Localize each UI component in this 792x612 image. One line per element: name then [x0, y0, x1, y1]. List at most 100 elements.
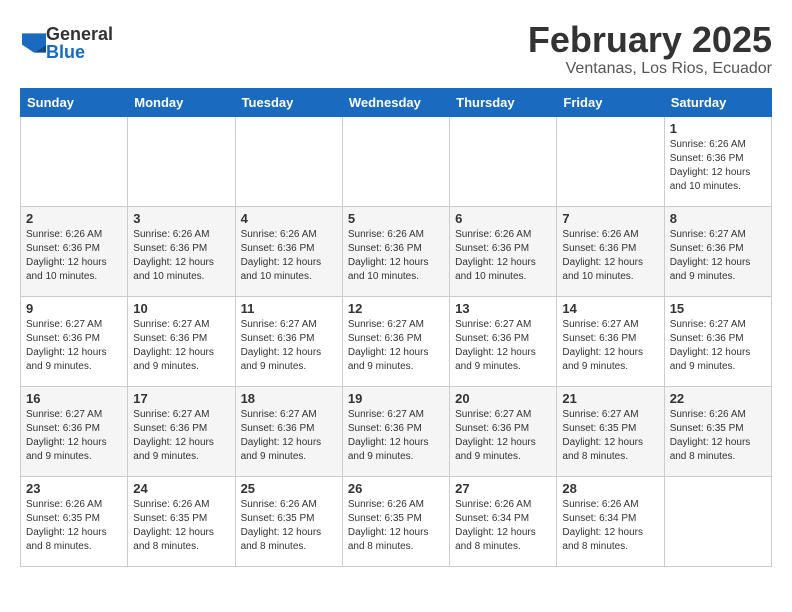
calendar-week-3: 9Sunrise: 6:27 AMSunset: 6:36 PMDaylight…	[21, 296, 772, 386]
calendar-cell: 5Sunrise: 6:26 AMSunset: 6:36 PMDaylight…	[342, 206, 449, 296]
calendar-cell: 25 Sunrise: 6:26 AMSunset: 6:35 PMDayligh…	[235, 476, 342, 566]
calendar-cell: 7 Sunrise: 6:26 AMSunset: 6:36 PMDaylight…	[557, 206, 664, 296]
calendar-cell: 11 Sunrise: 6:27 AMSunset: 6:36 PMDayligh…	[235, 296, 342, 386]
day-info: Sunrise: 6:27 AMSunset: 6:36 PMDaylight:…	[562, 318, 658, 374]
calendar-header-friday: Friday	[557, 88, 664, 116]
calendar-cell	[450, 116, 557, 206]
day-info: Sunrise: 6:27 AMSunset: 6:35 PMDaylight:…	[562, 408, 658, 464]
calendar-week-4: 16 Sunrise: 6:27 AMSunset: 6:36 PMDayligh…	[21, 386, 772, 476]
calendar-cell: 24 Sunrise: 6:26 AMSunset: 6:35 PMDayligh…	[128, 476, 235, 566]
calendar-week-5: 23Sunrise: 6:26 AMSunset: 6:35 PMDayligh…	[21, 476, 772, 566]
calendar-cell	[342, 116, 449, 206]
logo-icon	[22, 33, 46, 53]
day-info: Sunrise: 6:26 AMSunset: 6:35 PMDaylight:…	[26, 498, 122, 554]
day-number: 12	[348, 301, 444, 316]
day-number: 2	[26, 211, 122, 226]
day-number: 20	[455, 391, 551, 406]
day-number: 28	[562, 481, 658, 496]
day-info: Sunrise: 6:26 AMSunset: 6:35 PMDaylight:…	[670, 408, 766, 464]
calendar-cell: 14 Sunrise: 6:27 AMSunset: 6:36 PMDayligh…	[557, 296, 664, 386]
calendar: SundayMondayTuesdayWednesdayThursdayFrid…	[20, 88, 772, 567]
day-info: Sunrise: 6:26 AMSunset: 6:36 PMDaylight:…	[562, 228, 658, 284]
day-info: Sunrise: 6:27 AMSunset: 6:36 PMDaylight:…	[670, 228, 766, 284]
day-number: 7	[562, 211, 658, 226]
calendar-cell: 3Sunrise: 6:26 AMSunset: 6:36 PMDaylight…	[128, 206, 235, 296]
day-number: 3	[133, 211, 229, 226]
day-info: Sunrise: 6:26 AMSunset: 6:34 PMDaylight:…	[562, 498, 658, 554]
month-title: February 2025	[528, 20, 772, 60]
calendar-cell: 2 Sunrise: 6:26 AMSunset: 6:36 PMDaylight…	[21, 206, 128, 296]
day-number: 14	[562, 301, 658, 316]
day-info: Sunrise: 6:26 AMSunset: 6:36 PMDaylight:…	[455, 228, 551, 284]
calendar-cell	[664, 476, 771, 566]
calendar-cell: 26 Sunrise: 6:26 AMSunset: 6:35 PMDayligh…	[342, 476, 449, 566]
day-number: 6	[455, 211, 551, 226]
calendar-header-saturday: Saturday	[664, 88, 771, 116]
day-info: Sunrise: 6:26 AMSunset: 6:35 PMDaylight:…	[348, 498, 444, 554]
day-number: 27	[455, 481, 551, 496]
calendar-cell	[235, 116, 342, 206]
day-number: 26	[348, 481, 444, 496]
calendar-cell: 4Sunrise: 6:26 AMSunset: 6:36 PMDaylight…	[235, 206, 342, 296]
calendar-cell: 21 Sunrise: 6:27 AMSunset: 6:35 PMDayligh…	[557, 386, 664, 476]
day-info: Sunrise: 6:27 AMSunset: 6:36 PMDaylight:…	[241, 318, 337, 374]
day-info: Sunrise: 6:26 AMSunset: 6:35 PMDaylight:…	[241, 498, 337, 554]
day-number: 22	[670, 391, 766, 406]
calendar-header-row: SundayMondayTuesdayWednesdayThursdayFrid…	[21, 88, 772, 116]
calendar-cell: 6 Sunrise: 6:26 AMSunset: 6:36 PMDaylight…	[450, 206, 557, 296]
day-info: Sunrise: 6:27 AMSunset: 6:36 PMDaylight:…	[133, 408, 229, 464]
calendar-cell: 15 Sunrise: 6:27 AMSunset: 6:36 PMDayligh…	[664, 296, 771, 386]
day-number: 5	[348, 211, 444, 226]
calendar-cell: 12Sunrise: 6:27 AMSunset: 6:36 PMDayligh…	[342, 296, 449, 386]
calendar-cell	[21, 116, 128, 206]
calendar-week-1: 1 Sunrise: 6:26 AMSunset: 6:36 PMDaylight…	[21, 116, 772, 206]
day-info: Sunrise: 6:26 AMSunset: 6:35 PMDaylight:…	[133, 498, 229, 554]
logo-general: General	[46, 25, 113, 43]
day-number: 8	[670, 211, 766, 226]
calendar-cell: 16 Sunrise: 6:27 AMSunset: 6:36 PMDayligh…	[21, 386, 128, 476]
day-number: 21	[562, 391, 658, 406]
title-area: February 2025 Ventanas, Los Rios, Ecuado…	[528, 20, 772, 78]
day-number: 15	[670, 301, 766, 316]
calendar-cell	[557, 116, 664, 206]
calendar-header-tuesday: Tuesday	[235, 88, 342, 116]
day-info: Sunrise: 6:27 AMSunset: 6:36 PMDaylight:…	[670, 318, 766, 374]
calendar-cell: 19 Sunrise: 6:27 AMSunset: 6:36 PMDayligh…	[342, 386, 449, 476]
day-info: Sunrise: 6:26 AMSunset: 6:34 PMDaylight:…	[455, 498, 551, 554]
day-info: Sunrise: 6:27 AMSunset: 6:36 PMDaylight:…	[26, 408, 122, 464]
calendar-cell: 28 Sunrise: 6:26 AMSunset: 6:34 PMDayligh…	[557, 476, 664, 566]
day-number: 4	[241, 211, 337, 226]
calendar-cell: 13Sunrise: 6:27 AMSunset: 6:36 PMDayligh…	[450, 296, 557, 386]
calendar-cell: 22 Sunrise: 6:26 AMSunset: 6:35 PMDayligh…	[664, 386, 771, 476]
day-info: Sunrise: 6:27 AMSunset: 6:36 PMDaylight:…	[133, 318, 229, 374]
day-info: Sunrise: 6:27 AMSunset: 6:36 PMDaylight:…	[26, 318, 122, 374]
subtitle: Ventanas, Los Rios, Ecuador	[528, 60, 772, 78]
calendar-cell: 8 Sunrise: 6:27 AMSunset: 6:36 PMDaylight…	[664, 206, 771, 296]
calendar-cell: 18 Sunrise: 6:27 AMSunset: 6:36 PMDayligh…	[235, 386, 342, 476]
day-number: 18	[241, 391, 337, 406]
day-number: 1	[670, 121, 766, 136]
calendar-header-monday: Monday	[128, 88, 235, 116]
logo-text: General Blue	[46, 25, 113, 61]
day-info: Sunrise: 6:27 AMSunset: 6:36 PMDaylight:…	[241, 408, 337, 464]
day-info: Sunrise: 6:27 AMSunset: 6:36 PMDaylight:…	[348, 408, 444, 464]
day-info: Sunrise: 6:26 AMSunset: 6:36 PMDaylight:…	[26, 228, 122, 284]
logo: General Blue	[20, 25, 113, 61]
day-number: 16	[26, 391, 122, 406]
calendar-week-2: 2 Sunrise: 6:26 AMSunset: 6:36 PMDaylight…	[21, 206, 772, 296]
header: General Blue February 2025 Ventanas, Los…	[20, 20, 772, 78]
day-number: 24	[133, 481, 229, 496]
day-number: 11	[241, 301, 337, 316]
calendar-cell: 17 Sunrise: 6:27 AMSunset: 6:36 PMDayligh…	[128, 386, 235, 476]
day-info: Sunrise: 6:26 AMSunset: 6:36 PMDaylight:…	[670, 138, 766, 194]
calendar-cell: 10Sunrise: 6:27 AMSunset: 6:36 PMDayligh…	[128, 296, 235, 386]
calendar-cell: 1 Sunrise: 6:26 AMSunset: 6:36 PMDaylight…	[664, 116, 771, 206]
day-number: 25	[241, 481, 337, 496]
day-number: 13	[455, 301, 551, 316]
calendar-cell: 20Sunrise: 6:27 AMSunset: 6:36 PMDayligh…	[450, 386, 557, 476]
day-number: 17	[133, 391, 229, 406]
page: General Blue February 2025 Ventanas, Los…	[0, 0, 792, 577]
day-number: 19	[348, 391, 444, 406]
logo-blue: Blue	[46, 43, 113, 61]
calendar-cell: 23Sunrise: 6:26 AMSunset: 6:35 PMDayligh…	[21, 476, 128, 566]
